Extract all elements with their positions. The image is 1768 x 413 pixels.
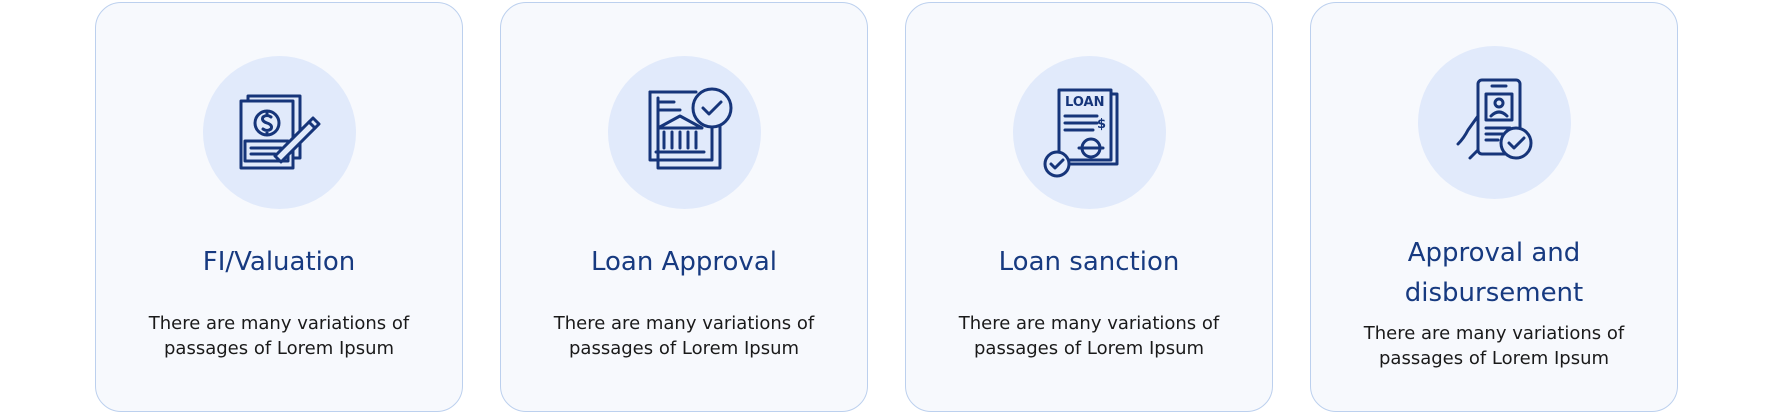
card-title: Loan sanction [998, 247, 1180, 277]
icon-circle [1418, 46, 1571, 199]
svg-text:$: $ [1097, 117, 1106, 132]
feature-cards: FI/Valuation There are many variations o… [0, 0, 1768, 413]
card-description: There are many variations of passages of… [148, 313, 410, 359]
card-fi-valuation: FI/Valuation There are many variations o… [95, 2, 463, 412]
icon-circle: LOAN $ [1013, 56, 1166, 209]
card-loan-approval: Loan Approval There are many variations … [500, 2, 868, 412]
card-approval-and-disbursement: Approval and disbursement There are many… [1310, 2, 1678, 412]
card-title: FI/Valuation [202, 247, 356, 277]
card-title: Loan Approval [591, 247, 777, 277]
bank-approval-icon [648, 87, 733, 170]
valuation-document-icon [239, 94, 321, 170]
card-description: There are many variations of passages of… [958, 313, 1220, 359]
svg-text:LOAN: LOAN [1065, 95, 1104, 110]
card-description: There are many variations of passages of… [1363, 323, 1625, 369]
loan-document-icon: LOAN $ [1043, 88, 1119, 178]
mobile-approval-icon [1456, 78, 1533, 160]
card-loan-sanction: LOAN $ Loan sanction There are many vari… [905, 2, 1273, 412]
card-description: There are many variations of passages of… [553, 313, 815, 359]
icon-circle [203, 56, 356, 209]
card-title: Approval and disbursement [1404, 238, 1584, 308]
icon-circle [608, 56, 761, 209]
